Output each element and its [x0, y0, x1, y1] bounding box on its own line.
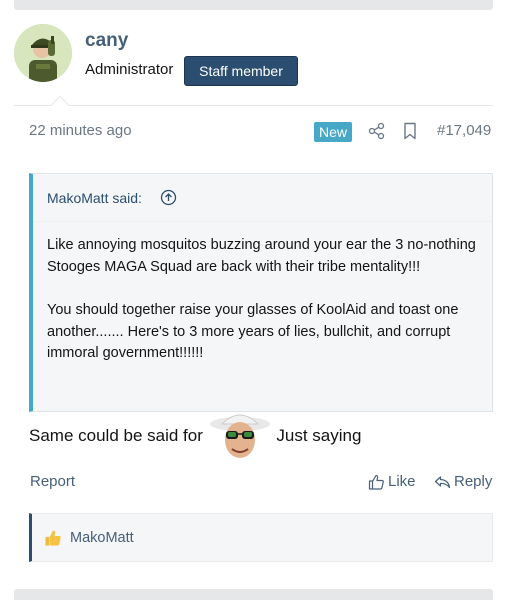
author-username[interactable]: cany [85, 30, 128, 52]
share-icon[interactable] [368, 122, 386, 140]
reaction-user-link[interactable]: MakoMatt [70, 530, 134, 546]
soldier-avatar-icon [14, 24, 72, 82]
report-link[interactable]: Report [30, 473, 75, 490]
thumbs-up-reaction-icon [45, 530, 61, 545]
next-post-top-edge [14, 589, 493, 600]
quote-paragraph: You should together raise your glasses o… [47, 302, 459, 361]
post-date[interactable]: 22 minutes ago [29, 122, 132, 139]
previous-post-bottom-edge [14, 0, 493, 10]
quote-body: Like annoying mosquitos buzzing around y… [47, 235, 487, 387]
author-user-title: Administrator [85, 61, 174, 78]
post-header-divider [14, 105, 493, 106]
quote-header: MakoMatt said: [33, 174, 492, 222]
reactions-bar: MakoMatt [29, 513, 493, 562]
thumbs-up-icon [368, 474, 384, 490]
post-text-before: Same could be said for [29, 426, 203, 445]
go-to-quote-arrow-icon[interactable] [160, 189, 177, 206]
reply-label: Reply [454, 473, 493, 490]
new-badge: New [314, 122, 352, 142]
reply-arrow-icon [434, 475, 451, 488]
post-number[interactable]: #17,049 [437, 122, 491, 139]
staff-member-badge: Staff member [184, 56, 298, 86]
like-button[interactable]: Like [368, 473, 416, 490]
user-block-pointer [49, 94, 71, 106]
reply-button[interactable]: Reply [434, 473, 492, 490]
post-text-after: Just saying [276, 426, 362, 445]
post-message: Same could be said for Just saying [29, 414, 362, 458]
bookmark-icon[interactable] [403, 122, 417, 140]
like-label: Like [388, 473, 416, 490]
quote-author[interactable]: MakoMatt said: [47, 190, 142, 206]
sunglasses-guy-smiley-icon [209, 414, 270, 458]
quote-paragraph: Like annoying mosquitos buzzing around y… [47, 237, 476, 275]
author-avatar[interactable] [14, 24, 72, 82]
quote-block: MakoMatt said: Like annoying mosquitos b… [29, 173, 493, 412]
